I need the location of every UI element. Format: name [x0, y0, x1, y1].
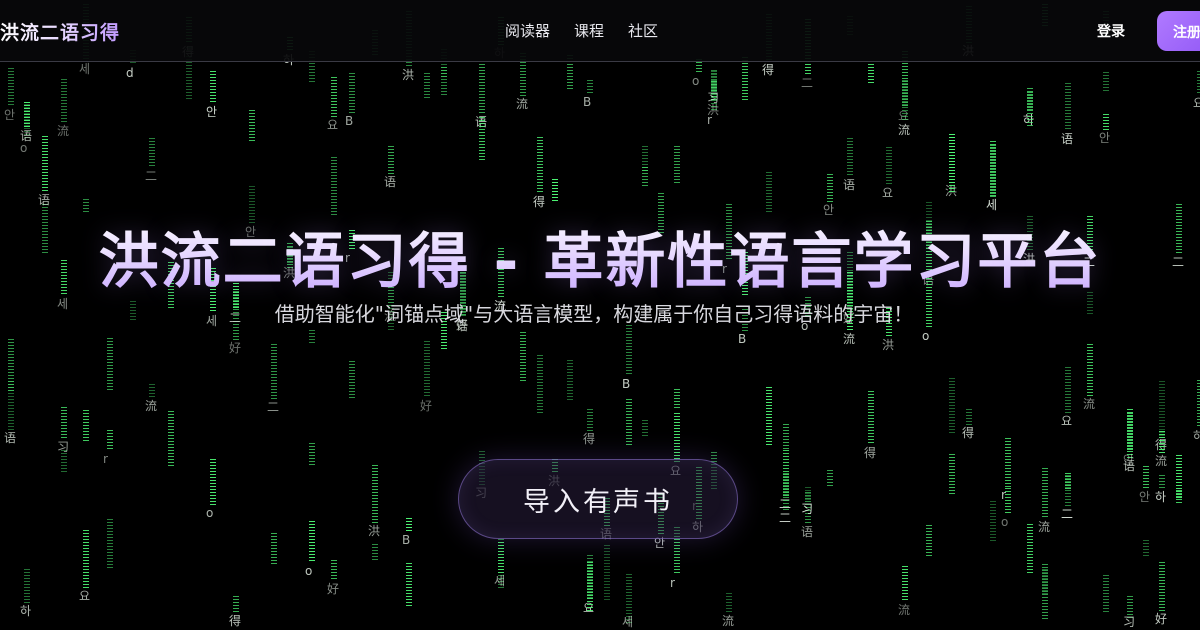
top-navbar: 洪流二语习得 阅读器 课程 社区 登录 注册: [0, 0, 1200, 62]
nav-link-community[interactable]: 社区: [628, 20, 658, 41]
nav-link-courses[interactable]: 课程: [574, 20, 604, 41]
login-button[interactable]: 登录: [1097, 21, 1125, 41]
hero-section: 洪流二语习得 - 革新性语言学习平台 借助智能化"词锚点域"与大语言模型，构建属…: [0, 0, 1200, 630]
hero-subtitle: 借助智能化"词锚点域"与大语言模型，构建属于你自己习得语料的宇宙！: [274, 302, 914, 326]
import-audiobook-button[interactable]: 导入有声书: [458, 459, 738, 539]
hero-title: 洪流二语习得 - 革新性语言学习平台: [0, 213, 1200, 300]
brand-logo[interactable]: 洪流二语习得: [0, 18, 120, 45]
nav-link-reader[interactable]: 阅读器: [505, 20, 550, 41]
nav-links: 阅读器 课程 社区: [505, 20, 658, 41]
register-button[interactable]: 注册: [1157, 11, 1200, 51]
